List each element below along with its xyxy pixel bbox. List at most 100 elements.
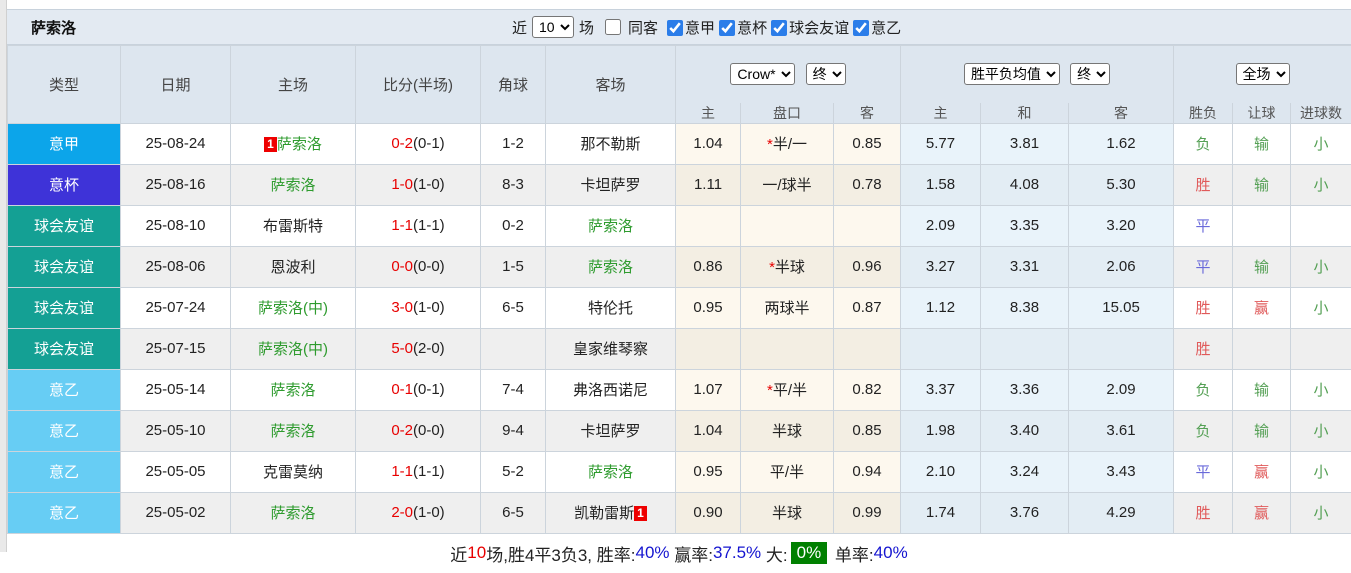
- page-title: 萨索洛: [7, 17, 76, 38]
- ah-away-odds-cell: [834, 328, 901, 369]
- filter-checkbox-3[interactable]: [853, 20, 869, 36]
- filter-label-0: 意甲: [685, 20, 715, 37]
- bookmaker-select[interactable]: Crow*: [730, 63, 795, 85]
- ah-home-odds-cell: 0.95: [676, 287, 741, 328]
- ah-line-cell: 半球: [741, 492, 834, 533]
- filter-checkbox-1[interactable]: [719, 20, 735, 36]
- team-name: 萨索洛: [277, 136, 322, 153]
- title-bar: 萨索洛 近 10 场 同客 意甲意杯球会友谊意乙: [7, 9, 1351, 45]
- subcol-ah-home: 主: [676, 103, 741, 124]
- away-team-cell: 卡坦萨罗: [546, 164, 676, 205]
- filter-controls: 近 10 场 同客 意甲意杯球会友谊意乙: [512, 10, 901, 44]
- halftime-score: (0-1): [413, 381, 445, 398]
- score-cell: 0-1(0-1): [356, 369, 481, 410]
- date-cell: 25-05-05: [121, 451, 231, 492]
- match-row: 意乙25-05-10萨索洛0-2(0-0)9-4卡坦萨罗1.04半球0.851.…: [8, 410, 1351, 451]
- match-type-cell: 意甲: [8, 123, 121, 164]
- eu-draw-odds-cell: [981, 328, 1069, 369]
- filter-label-1: 意杯: [737, 20, 767, 37]
- away-team-cell: 萨索洛: [546, 246, 676, 287]
- away-team-cell: 弗洛西诺尼: [546, 369, 676, 410]
- score-cell: 2-0(1-0): [356, 492, 481, 533]
- footer-segment-5: 37.5%: [713, 543, 761, 563]
- euro-odds-group-header: 胜平负均值 终: [901, 46, 1174, 103]
- eu-draw-odds-cell: 4.08: [981, 164, 1069, 205]
- eu-home-odds-cell: 1.58: [901, 164, 981, 205]
- scope-select[interactable]: 全场: [1236, 63, 1290, 85]
- home-team-cell: 恩波利: [231, 246, 356, 287]
- home-team-cell: 萨索洛: [231, 410, 356, 451]
- eu-home-odds-cell: 1.12: [901, 287, 981, 328]
- team-name: 萨索洛: [270, 177, 315, 194]
- match-type-cell: 意乙: [8, 492, 121, 533]
- result-cell: 胜: [1174, 287, 1233, 328]
- result-cell: 负: [1174, 369, 1233, 410]
- handicap-result-cell: [1233, 328, 1291, 369]
- eu-home-odds-cell: 2.10: [901, 451, 981, 492]
- team-name: 卡坦萨罗: [580, 177, 640, 194]
- eu-draw-odds-cell: 3.35: [981, 205, 1069, 246]
- ah-home-odds-cell: 0.90: [676, 492, 741, 533]
- odds-stage-select[interactable]: 终: [1070, 63, 1110, 85]
- fulltime-score: 0-0: [391, 258, 413, 275]
- handicap-result-cell: 输: [1233, 123, 1291, 164]
- handicap-result-cell: 输: [1233, 164, 1291, 205]
- odds-type-select[interactable]: 胜平负均值: [964, 63, 1060, 85]
- date-cell: 25-08-10: [121, 205, 231, 246]
- team-name: 皇家维琴察: [573, 341, 648, 358]
- halftime-score: (1-1): [413, 217, 445, 234]
- home-team-cell: 萨索洛: [231, 164, 356, 205]
- goals-result-cell: 小: [1291, 246, 1351, 287]
- goals-result-cell: 小: [1291, 410, 1351, 451]
- eu-draw-odds-cell: 8.38: [981, 287, 1069, 328]
- subcol-eu-home: 主: [901, 103, 981, 124]
- handicap-result-cell: 输: [1233, 410, 1291, 451]
- corner-cell: 5-2: [481, 451, 546, 492]
- recent-count-select[interactable]: 10: [532, 16, 574, 38]
- ah-home-odds-cell: 1.04: [676, 410, 741, 451]
- eu-away-odds-cell: 5.30: [1069, 164, 1174, 205]
- away-team-cell: 卡坦萨罗: [546, 410, 676, 451]
- home-team-cell: 萨索洛(中): [231, 328, 356, 369]
- corner-cell: [481, 328, 546, 369]
- result-cell: 胜: [1174, 328, 1233, 369]
- col-header-score: 比分(半场): [356, 46, 481, 124]
- footer-segment-2: 场,胜4平3负3, 胜率:: [486, 541, 635, 566]
- eu-home-odds-cell: 1.74: [901, 492, 981, 533]
- recent-label: 近: [512, 17, 527, 38]
- fulltime-score: 0-2: [391, 422, 413, 439]
- match-history-table: 类型 日期 主场 比分(半场) 角球 客场 Crow* 终 胜平负均值 终: [7, 45, 1351, 534]
- ah-home-odds-cell: 1.04: [676, 123, 741, 164]
- team-name: 克雷莫纳: [263, 464, 323, 481]
- match-row: 球会友谊25-08-06恩波利0-0(0-0)1-5萨索洛0.86*半球0.96…: [8, 246, 1351, 287]
- team-name: 弗洛西诺尼: [573, 382, 648, 399]
- team-name: 那不勒斯: [580, 136, 640, 153]
- ah-away-odds-cell: 0.94: [834, 451, 901, 492]
- date-cell: 25-05-14: [121, 369, 231, 410]
- live-odds-star: *: [767, 136, 773, 153]
- team-name: 特伦托: [588, 300, 633, 317]
- ah-home-odds-cell: 1.07: [676, 369, 741, 410]
- team-name: 萨索洛: [588, 259, 633, 276]
- team-name: 萨索洛: [588, 464, 633, 481]
- competition-filters: 意甲意杯球会友谊意乙: [663, 17, 901, 38]
- ah-away-odds-cell: 0.78: [834, 164, 901, 205]
- corner-cell: 7-4: [481, 369, 546, 410]
- eu-away-odds-cell: 2.09: [1069, 369, 1174, 410]
- filter-checkbox-0[interactable]: [667, 20, 683, 36]
- result-cell: 平: [1174, 246, 1233, 287]
- ah-line-cell: *平/半: [741, 369, 834, 410]
- handicap-result-cell: 输: [1233, 369, 1291, 410]
- rank-badge: 1: [264, 137, 277, 152]
- fulltime-score: 1-1: [391, 217, 413, 234]
- goals-result-cell: 小: [1291, 369, 1351, 410]
- same-away-checkbox[interactable]: [605, 19, 621, 35]
- team-name: 萨索洛: [588, 218, 633, 235]
- filter-checkbox-2[interactable]: [771, 20, 787, 36]
- subcol-eu-draw: 和: [981, 103, 1069, 124]
- bookmaker-stage-select[interactable]: 终: [806, 63, 846, 85]
- date-cell: 25-07-24: [121, 287, 231, 328]
- same-away-label: 同客: [628, 17, 658, 38]
- goals-result-cell: 小: [1291, 451, 1351, 492]
- ah-away-odds-cell: 0.99: [834, 492, 901, 533]
